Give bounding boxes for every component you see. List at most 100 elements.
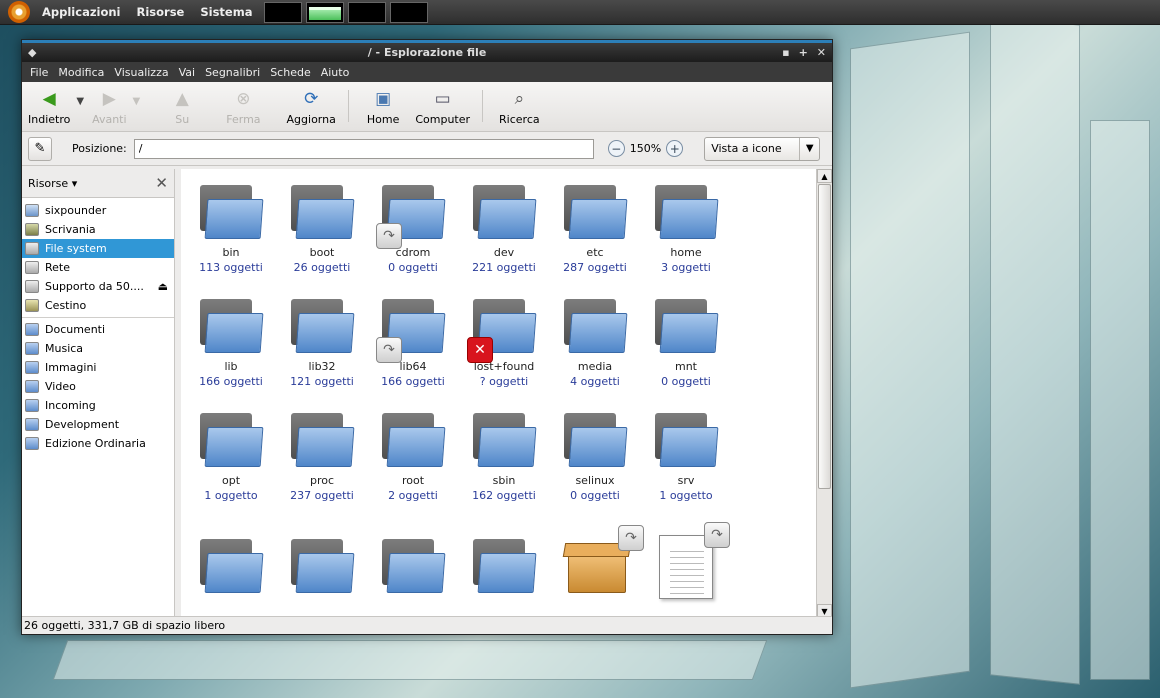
vertical-scrollbar[interactable]: ▲ ▼: [816, 169, 832, 618]
stop-button[interactable]: ⊗ Ferma: [220, 88, 266, 128]
file-item-count: 287 oggetti: [563, 261, 627, 274]
sidebar: Risorse ▾ ✕ sixpounder Scrivania File sy…: [22, 169, 175, 618]
file-item[interactable]: proc 237 oggetti: [276, 409, 368, 503]
file-name: boot: [309, 246, 335, 259]
minimize-icon[interactable]: ▪: [782, 43, 789, 62]
window-titlebar[interactable]: ◆ / - Esplorazione file ▪ + ✕: [22, 40, 832, 62]
search-button[interactable]: ⌕ Ricerca: [493, 88, 546, 128]
network-monitor-applet[interactable]: [348, 1, 387, 23]
file-item[interactable]: srv 1 oggetto: [640, 409, 732, 503]
stop-button-label: Ferma: [226, 113, 261, 126]
menu-bookmarks[interactable]: Segnalibri: [200, 66, 265, 79]
location-bar: ✎ Posizione: − 150% + Vista a icone ▼: [22, 132, 832, 166]
toolbar-separator: [347, 90, 349, 122]
file-item[interactable]: [185, 535, 277, 599]
file-item[interactable]: opt 1 oggetto: [185, 409, 277, 503]
window-menu-icon[interactable]: ◆: [28, 43, 36, 62]
folder-icon: [564, 185, 628, 239]
file-item[interactable]: selinux 0 oggetti: [549, 409, 641, 503]
file-item[interactable]: [458, 535, 550, 599]
file-item[interactable]: ↷: [640, 522, 732, 605]
error-emblem-icon: ✕: [467, 337, 493, 363]
load-monitor-applet[interactable]: [390, 1, 429, 23]
file-item[interactable]: [276, 535, 368, 599]
reload-button[interactable]: ⟳ Aggiorna: [281, 88, 342, 128]
eject-icon[interactable]: ⏏: [158, 280, 168, 293]
home-button-label: Home: [366, 113, 400, 126]
location-input[interactable]: [133, 138, 594, 159]
scrollbar-thumb[interactable]: [818, 184, 831, 489]
sidebar-bookmark[interactable]: Immagini: [22, 358, 174, 377]
file-item[interactable]: media 4 oggetti: [549, 295, 641, 389]
folder-icon: [564, 413, 628, 467]
file-item[interactable]: dev 221 oggetti: [458, 181, 550, 275]
cpu-monitor-applet[interactable]: [264, 1, 303, 23]
sidebar-bookmark[interactable]: Development: [22, 415, 174, 434]
icon-view[interactable]: bin 113 oggetti boot 26 oggetti ↷ cdrom 0 ogge…: [181, 169, 817, 618]
scroll-up-icon[interactable]: ▲: [817, 169, 832, 183]
maximize-icon[interactable]: +: [799, 43, 808, 62]
panel-menu-system[interactable]: Sistema: [192, 0, 260, 25]
file-item[interactable]: bin 113 oggetti: [185, 181, 277, 275]
back-history-chevron-down-icon[interactable]: ▼: [76, 96, 84, 107]
file-item-count: 26 oggetti: [293, 261, 351, 274]
sidebar-item-home[interactable]: sixpounder: [22, 201, 174, 220]
file-item[interactable]: lib32 121 oggetti: [276, 295, 368, 389]
zoom-level[interactable]: 150%: [630, 142, 661, 155]
file-item[interactable]: ↷ cdrom 0 oggetti: [367, 181, 459, 275]
sidebar-bookmark[interactable]: Video: [22, 377, 174, 396]
zoom-out-icon[interactable]: −: [607, 140, 625, 157]
file-item[interactable]: ↷: [549, 525, 644, 599]
sidebar-bookmark[interactable]: Documenti: [22, 320, 174, 339]
file-item[interactable]: home 3 oggetti: [640, 181, 732, 275]
sidebar-bookmark[interactable]: Incoming: [22, 396, 174, 415]
sidebar-type-select[interactable]: Risorse ▾: [28, 177, 77, 190]
file-item[interactable]: mnt 0 oggetti: [640, 295, 732, 389]
menu-help[interactable]: Aiuto: [316, 66, 355, 79]
file-item[interactable]: root 2 oggetti: [367, 409, 459, 503]
file-item[interactable]: ✕ lost+found? oggetti: [458, 295, 550, 389]
file-item[interactable]: boot 26 oggetti: [276, 181, 368, 275]
memory-monitor-applet[interactable]: [306, 1, 345, 23]
sidebar-item-trash[interactable]: Cestino: [22, 296, 174, 315]
zoom-in-icon[interactable]: +: [666, 140, 684, 157]
location-label: Posizione:: [72, 142, 127, 155]
chevron-down-icon: ▾: [71, 176, 78, 190]
close-icon[interactable]: ✕: [817, 43, 826, 62]
back-arrow-icon: ◀: [42, 89, 56, 109]
menu-file[interactable]: File: [25, 66, 53, 79]
up-button[interactable]: ▲ Su: [164, 88, 200, 128]
menu-edit[interactable]: Modifica: [53, 66, 109, 79]
file-item[interactable]: ↷ lib64 166 oggetti: [367, 295, 459, 389]
forward-button[interactable]: ▶ Avanti: [86, 88, 132, 128]
sidebar-item-desktop[interactable]: Scrivania: [22, 220, 174, 239]
file-item-count: 166 oggetti: [381, 375, 445, 388]
back-button[interactable]: ◀ Indietro: [22, 88, 76, 128]
close-sidebar-icon[interactable]: ✕: [155, 174, 168, 192]
file-item[interactable]: sbin 162 oggetti: [458, 409, 550, 503]
menu-go[interactable]: Vai: [174, 66, 200, 79]
sidebar-item-drive[interactable]: Supporto da 50.... ⏏: [22, 277, 174, 296]
sidebar-bookmark[interactable]: Musica: [22, 339, 174, 358]
file-name: opt: [221, 474, 241, 487]
file-item[interactable]: [367, 535, 459, 599]
file-item[interactable]: lib 166 oggetti: [185, 295, 277, 389]
file-name: home: [670, 246, 702, 259]
panel-menu-applications[interactable]: Applicazioni: [34, 0, 129, 25]
toggle-location-entry-button[interactable]: ✎: [28, 136, 52, 161]
sidebar-bookmark[interactable]: Edizione Ordinaria: [22, 434, 174, 453]
menu-view[interactable]: Visualizza: [109, 66, 173, 79]
panel-menu-places[interactable]: Risorse: [129, 0, 193, 25]
view-mode-select[interactable]: Vista a icone ▼: [704, 136, 821, 161]
folder-icon: [25, 399, 39, 412]
home-folder-icon: [25, 204, 39, 217]
forward-history-chevron-down-icon[interactable]: ▼: [133, 96, 141, 107]
ubuntu-logo-icon[interactable]: [8, 1, 30, 23]
back-button-label: Indietro: [28, 113, 71, 126]
computer-button[interactable]: ▭ Computer: [409, 88, 476, 128]
sidebar-item-file-system[interactable]: File system: [22, 239, 174, 258]
home-button[interactable]: ▣ Home: [361, 88, 405, 128]
sidebar-item-network[interactable]: Rete: [22, 258, 174, 277]
file-item[interactable]: etc 287 oggetti: [549, 181, 641, 275]
menu-tabs[interactable]: Schede: [265, 66, 316, 79]
